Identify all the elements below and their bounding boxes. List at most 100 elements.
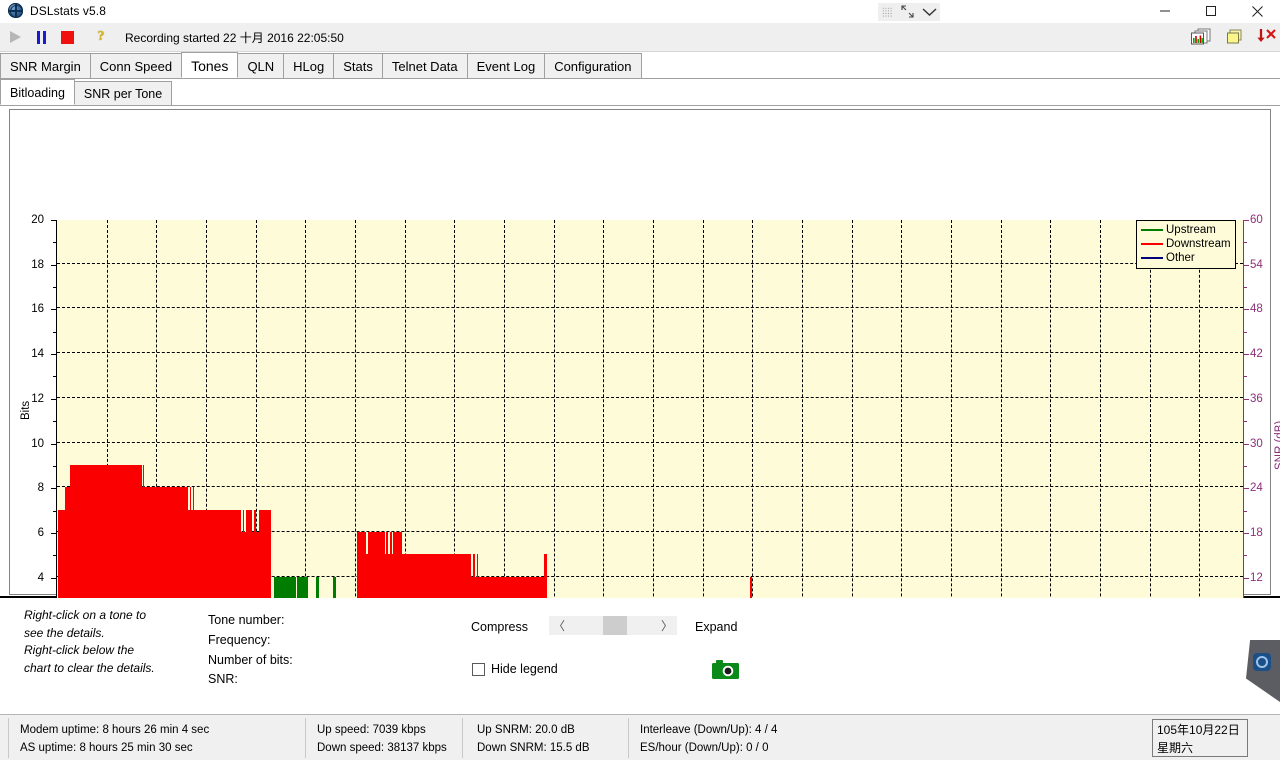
secondary-axis-minor-tick xyxy=(1243,242,1247,244)
app-icon xyxy=(8,3,24,19)
status-line: Up SNRM: 20.0 dB xyxy=(477,724,575,736)
secondary-axis-tick xyxy=(1243,264,1249,266)
hide-legend-label: Hide legend xyxy=(491,662,558,676)
legend-label: Downstream xyxy=(1166,238,1231,250)
window-snap-controls[interactable] xyxy=(878,2,940,21)
secondary-axis-tick xyxy=(1243,443,1249,445)
note-icon[interactable] xyxy=(1226,29,1242,45)
charts-icon[interactable] xyxy=(1190,28,1212,46)
slider-thumb[interactable] xyxy=(603,616,627,635)
window-title: DSLstats v5.8 xyxy=(30,4,107,18)
secondary-axis-minor-tick xyxy=(1243,555,1247,557)
play-button[interactable] xyxy=(3,25,27,49)
secondary-axis-minor-tick xyxy=(1243,376,1247,378)
tab-event-log[interactable]: Event Log xyxy=(466,53,546,78)
tab-stats[interactable]: Stats xyxy=(333,53,383,78)
status-col-uptime: Modem uptime: 8 hours 26 min 4 sec AS upt… xyxy=(20,721,209,757)
status-line: ES/hour (Down/Up): 0 / 0 xyxy=(640,742,769,754)
hint-line: chart to clear the details. xyxy=(24,660,155,675)
secondary-axis-tick xyxy=(1243,577,1249,579)
status-col-snrm: Up SNRM: 20.0 dB Down SNRM: 15.5 dB xyxy=(477,721,590,757)
status-line: Up speed: 7039 kbps xyxy=(317,724,426,736)
date-box: 105年10月22日 星期六 xyxy=(1152,719,1248,757)
secondary-axis-tick-label: 12 xyxy=(1250,571,1263,584)
disconnect-icon[interactable] xyxy=(1256,28,1276,46)
minimize-button[interactable] xyxy=(1142,0,1188,22)
subtab-snr-per-tone[interactable]: SNR per Tone xyxy=(73,81,173,105)
recording-status-text: Recording started 22 十月 2016 22:05:50 xyxy=(125,30,344,45)
secondary-axis-minor-tick xyxy=(1243,421,1247,423)
chart-frame: Bits 02468101214161820 06121824303642485… xyxy=(9,109,1280,702)
y-axis-tick-label: 20 xyxy=(31,214,44,226)
stop-button[interactable] xyxy=(55,25,79,49)
tab-telnet-data[interactable]: Telnet Data xyxy=(381,53,468,78)
title-bar: DSLstats v5.8 xyxy=(0,0,1280,23)
hint-text: Right-click on a tone to see the details.… xyxy=(24,607,155,677)
status-line: AS uptime: 8 hours 25 min 30 sec xyxy=(20,742,193,754)
chevron-down-icon[interactable] xyxy=(918,2,940,21)
status-line: Down speed: 38137 kbps xyxy=(317,742,447,754)
legend-color-swatch xyxy=(1141,229,1163,231)
hint-line: Right-click on a tone to xyxy=(24,608,147,622)
zoom-slider[interactable]: 〈 〉 xyxy=(549,616,677,635)
y-axis-tick-label: 14 xyxy=(31,348,44,361)
pause-icon xyxy=(36,30,46,44)
secondary-y-axis-title: SNR (dB) xyxy=(1274,420,1280,470)
y-axis-tick-label: 16 xyxy=(31,303,44,316)
date-line: 105年10月22日 xyxy=(1157,723,1240,737)
compress-label: Compress xyxy=(471,620,528,634)
stop-icon xyxy=(60,30,74,44)
legend-color-swatch xyxy=(1141,243,1163,245)
chart-legend: Upstream Downstream Other xyxy=(1136,220,1236,269)
y-axis-tick-label: 4 xyxy=(37,571,44,584)
tab-hlog[interactable]: HLog xyxy=(283,53,335,78)
secondary-axis-minor-tick xyxy=(1243,331,1247,333)
status-line: Down SNRM: 15.5 dB xyxy=(477,742,590,754)
secondary-axis-tick-label: 42 xyxy=(1250,348,1263,361)
chevron-left-icon[interactable]: 〈 xyxy=(549,616,569,635)
chevron-right-icon[interactable]: 〉 xyxy=(657,616,677,635)
grip-dots-icon[interactable] xyxy=(878,2,896,21)
help-button[interactable]: ? xyxy=(89,25,113,49)
legend-label: Other xyxy=(1166,252,1195,264)
secondary-axis-tick-label: 36 xyxy=(1250,392,1263,405)
secondary-axis-tick xyxy=(1243,354,1249,356)
detail-line: Tone number: xyxy=(208,613,285,627)
toolbar: ? Recording started 22 十月 2016 22:05:50 xyxy=(0,23,1280,52)
toolbar-right-icons xyxy=(1190,23,1276,51)
y-axis-tick-label: 10 xyxy=(31,437,44,450)
y-axis-tick-label: 18 xyxy=(31,258,44,271)
tone-details-block: Tone number: Frequency: Number of bits: SNR… xyxy=(208,611,293,690)
chart-panel: Bits 02468101214161820 06121824303642485… xyxy=(0,106,1280,702)
slider-track[interactable] xyxy=(569,616,657,635)
subtab-bitloading[interactable]: Bitloading xyxy=(0,79,75,105)
camera-icon[interactable] xyxy=(712,660,739,679)
status-line: Modem uptime: 8 hours 26 min 4 sec xyxy=(20,724,210,736)
tab-conn-speed[interactable]: Conn Speed xyxy=(89,53,183,78)
secondary-axis-tick-label: 24 xyxy=(1250,482,1263,495)
tab-configuration[interactable]: Configuration xyxy=(544,53,642,78)
secondary-axis-minor-tick xyxy=(1243,510,1247,512)
date-line: 星期六 xyxy=(1157,741,1194,755)
secondary-axis-tick xyxy=(1243,532,1249,534)
hint-line: see the details. xyxy=(24,625,105,640)
fullscreen-icon[interactable] xyxy=(896,2,918,21)
secondary-axis-tick xyxy=(1243,220,1249,221)
y-axis-tick-label: 8 xyxy=(37,482,44,495)
tab-tones[interactable]: Tones xyxy=(181,52,239,78)
secondary-axis-tick xyxy=(1243,309,1249,311)
controls-panel: Right-click on a tone to see the details.… xyxy=(0,598,1280,713)
play-icon xyxy=(9,31,21,43)
detail-line: Number of bits: xyxy=(208,652,293,667)
maximize-button[interactable] xyxy=(1188,0,1234,22)
tab-qln[interactable]: QLN xyxy=(237,53,285,78)
window-controls[interactable] xyxy=(1142,0,1280,22)
pause-button[interactable] xyxy=(29,25,53,49)
hide-legend-checkbox[interactable]: Hide legend xyxy=(472,662,558,676)
secondary-axis-tick-label: 54 xyxy=(1250,258,1263,271)
main-tab-bar: SNR Margin Conn Speed Tones QLN HLog Stats Tel… xyxy=(0,52,1280,79)
secondary-axis-tick-label: 48 xyxy=(1250,303,1263,316)
checkbox-box[interactable] xyxy=(472,662,485,676)
tab-snr-margin[interactable]: SNR Margin xyxy=(0,53,91,78)
close-button[interactable] xyxy=(1234,0,1280,22)
